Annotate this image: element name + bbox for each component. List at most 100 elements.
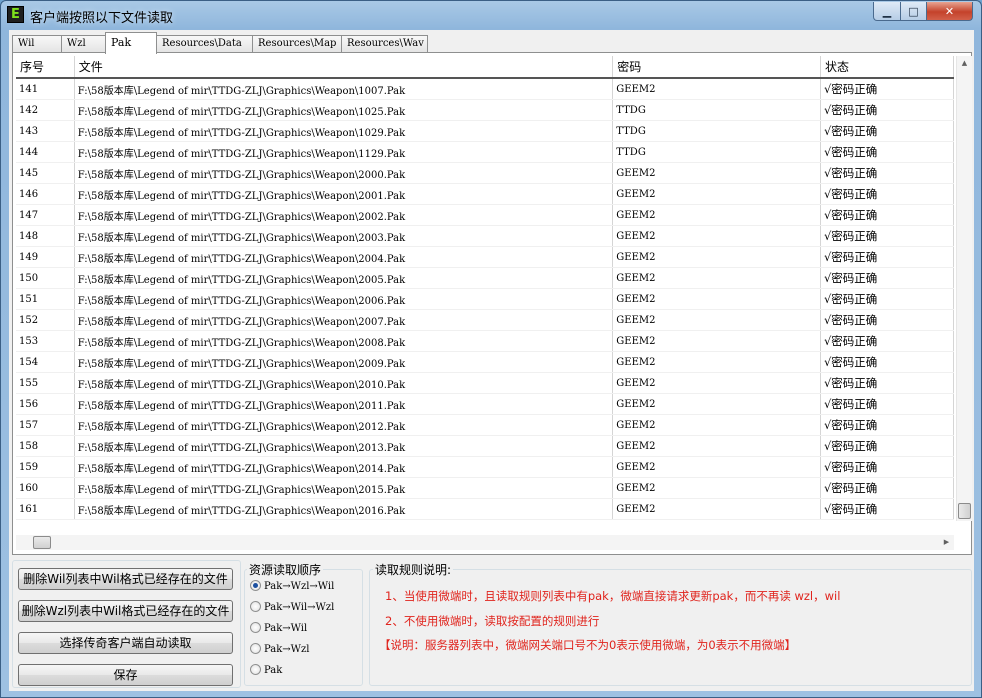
row-password-cell: GEEM2 — [612, 330, 821, 352]
rule-line-1: 1、当使用微端时，且读取规则列表中有pak，微端直接请求更新pak，而不再读 w… — [385, 589, 841, 603]
delete-wil-button[interactable]: 删除Wil列表中Wil格式已经存在的文件 — [18, 568, 233, 590]
maximize-button[interactable]: □ — [900, 2, 927, 21]
radio-icon[interactable] — [250, 664, 261, 675]
tab-resources-map[interactable]: Resources\Map — [252, 35, 342, 53]
row-password-cell: TTDG — [612, 99, 821, 121]
close-button[interactable]: ✕ — [926, 2, 973, 21]
row-no-cell: 145 — [16, 162, 75, 184]
radio-icon[interactable] — [250, 622, 261, 633]
row-status-cell: √密码正确 — [820, 141, 954, 163]
table-row[interactable]: 161 F:\58版本库\Legend of mir\TTDG-ZLJ\Graph… — [16, 498, 954, 520]
row-file-cell: F:\58版本库\Legend of mir\TTDG-ZLJ\Graphics… — [74, 204, 614, 226]
read-order-radio-3[interactable]: Pak→Wil — [250, 621, 307, 637]
scroll-right-icon[interactable]: ▶ — [939, 535, 954, 550]
vertical-scroll-thumb[interactable] — [958, 503, 971, 519]
tab-resources-wav[interactable]: Resources\Wav — [341, 35, 428, 53]
close-icon: ✕ — [944, 4, 955, 18]
row-password-cell: GEEM2 — [612, 414, 821, 436]
radio-icon[interactable] — [250, 643, 261, 654]
row-file-cell: F:\58版本库\Legend of mir\TTDG-ZLJ\Graphics… — [74, 288, 614, 310]
column-header-file[interactable]: 文件 — [74, 56, 614, 79]
rules-title: 读取规则说明: — [373, 561, 454, 578]
row-status-cell: √密码正确 — [820, 351, 954, 373]
read-order-radio-2[interactable]: Pak→Wil→Wzl — [250, 600, 334, 616]
save-button[interactable]: 保存 — [18, 664, 233, 686]
vertical-scrollbar[interactable]: ▲ — [956, 56, 972, 521]
table-row[interactable]: 145 F:\58版本库\Legend of mir\TTDG-ZLJ\Graph… — [16, 162, 954, 184]
row-file-cell: F:\58版本库\Legend of mir\TTDG-ZLJ\Graphics… — [74, 330, 614, 352]
row-file-cell: F:\58版本库\Legend of mir\TTDG-ZLJ\Graphics… — [74, 456, 614, 478]
row-no-cell: 154 — [16, 351, 75, 373]
table-row[interactable]: 149 F:\58版本库\Legend of mir\TTDG-ZLJ\Graph… — [16, 246, 954, 268]
auto-read-button[interactable]: 选择传奇客户端自动读取 — [18, 632, 233, 654]
scroll-up-icon[interactable]: ▲ — [957, 56, 972, 71]
table-row[interactable]: 148 F:\58版本库\Legend of mir\TTDG-ZLJ\Graph… — [16, 225, 954, 247]
radio-icon[interactable] — [250, 601, 261, 612]
row-file-cell: F:\58版本库\Legend of mir\TTDG-ZLJ\Graphics… — [74, 78, 614, 100]
table-row[interactable]: 141 F:\58版本库\Legend of mir\TTDG-ZLJ\Graph… — [16, 78, 954, 100]
table-row[interactable]: 146 F:\58版本库\Legend of mir\TTDG-ZLJ\Graph… — [16, 183, 954, 205]
read-order-title: 资源读取顺序 — [247, 561, 324, 578]
table-row[interactable]: 142 F:\58版本库\Legend of mir\TTDG-ZLJ\Graph… — [16, 99, 954, 121]
minimize-icon: ▁ — [882, 4, 892, 18]
row-file-cell: F:\58版本库\Legend of mir\TTDG-ZLJ\Graphics… — [74, 246, 614, 268]
row-status-cell: √密码正确 — [820, 477, 954, 499]
row-password-cell: GEEM2 — [612, 372, 821, 394]
row-file-cell: F:\58版本库\Legend of mir\TTDG-ZLJ\Graphics… — [74, 372, 614, 394]
table-row[interactable]: 153 F:\58版本库\Legend of mir\TTDG-ZLJ\Graph… — [16, 330, 954, 352]
read-order-radio-5[interactable]: Pak — [250, 663, 282, 679]
table-row[interactable]: 151 F:\58版本库\Legend of mir\TTDG-ZLJ\Graph… — [16, 288, 954, 310]
table-row[interactable]: 152 F:\58版本库\Legend of mir\TTDG-ZLJ\Graph… — [16, 309, 954, 331]
title-bar[interactable]: E 客户端按照以下文件读取 ▁ □ ✕ — [1, 1, 981, 29]
table-row[interactable]: 160 F:\58版本库\Legend of mir\TTDG-ZLJ\Graph… — [16, 477, 954, 499]
column-header-password[interactable]: 密码 — [612, 56, 821, 79]
row-no-cell: 149 — [16, 246, 75, 268]
radio-icon[interactable] — [250, 580, 261, 591]
radio-label: Pak — [264, 665, 283, 676]
rule-line-3: 【说明：服务器列表中，微端网关端口号不为0表示使用微端，为0表示不用微端】 — [379, 638, 797, 652]
row-file-cell: F:\58版本库\Legend of mir\TTDG-ZLJ\Graphics… — [74, 120, 614, 142]
column-header-status[interactable]: 状态 — [820, 56, 954, 79]
row-password-cell: GEEM2 — [612, 288, 821, 310]
table-row[interactable]: 158 F:\58版本库\Legend of mir\TTDG-ZLJ\Graph… — [16, 435, 954, 457]
horizontal-scrollbar[interactable]: ▶ — [16, 535, 954, 550]
minimize-button[interactable]: ▁ — [873, 2, 901, 21]
row-status-cell: √密码正确 — [820, 204, 954, 226]
row-no-cell: 158 — [16, 435, 75, 457]
read-order-radio-4[interactable]: Pak→Wzl — [250, 642, 309, 658]
tab-wil[interactable]: Wil — [12, 35, 62, 53]
app-icon: E — [7, 6, 24, 23]
row-status-cell: √密码正确 — [820, 309, 954, 331]
delete-wzl-button[interactable]: 删除Wzl列表中Wil格式已经存在的文件 — [18, 600, 233, 622]
row-status-cell: √密码正确 — [820, 225, 954, 247]
row-no-cell: 160 — [16, 477, 75, 499]
rule-line-2: 2、不使用微端时，读取按配置的规则进行 — [385, 614, 600, 628]
row-no-cell: 143 — [16, 120, 75, 142]
row-file-cell: F:\58版本库\Legend of mir\TTDG-ZLJ\Graphics… — [74, 351, 614, 373]
table-row[interactable]: 147 F:\58版本库\Legend of mir\TTDG-ZLJ\Graph… — [16, 204, 954, 226]
row-no-cell: 150 — [16, 267, 75, 289]
row-status-cell: √密码正确 — [820, 267, 954, 289]
table-row[interactable]: 159 F:\58版本库\Legend of mir\TTDG-ZLJ\Graph… — [16, 456, 954, 478]
table-row[interactable]: 156 F:\58版本库\Legend of mir\TTDG-ZLJ\Graph… — [16, 393, 954, 415]
tab-wzl[interactable]: Wzl — [61, 35, 108, 53]
row-status-cell: √密码正确 — [820, 393, 954, 415]
main-window: E 客户端按照以下文件读取 ▁ □ ✕ Wil Wzl Pak Resource… — [0, 0, 982, 698]
table-row[interactable]: 154 F:\58版本库\Legend of mir\TTDG-ZLJ\Graph… — [16, 351, 954, 373]
table-row[interactable]: 144 F:\58版本库\Legend of mir\TTDG-ZLJ\Graph… — [16, 141, 954, 163]
table-row[interactable]: 143 F:\58版本库\Legend of mir\TTDG-ZLJ\Graph… — [16, 120, 954, 142]
table-row[interactable]: 157 F:\58版本库\Legend of mir\TTDG-ZLJ\Graph… — [16, 414, 954, 436]
row-password-cell: GEEM2 — [612, 351, 821, 373]
row-no-cell: 161 — [16, 498, 75, 520]
column-header-no[interactable]: 序号 — [16, 56, 75, 79]
tab-pak[interactable]: Pak — [105, 32, 157, 54]
read-order-radio-1[interactable]: Pak→Wzl→Wil — [250, 579, 334, 595]
row-no-cell: 157 — [16, 414, 75, 436]
tab-resources-data[interactable]: Resources\Data — [156, 35, 253, 53]
table-row[interactable]: 150 F:\58版本库\Legend of mir\TTDG-ZLJ\Graph… — [16, 267, 954, 289]
row-status-cell: √密码正确 — [820, 162, 954, 184]
row-password-cell: GEEM2 — [612, 246, 821, 268]
table-row[interactable]: 155 F:\58版本库\Legend of mir\TTDG-ZLJ\Graph… — [16, 372, 954, 394]
row-status-cell: √密码正确 — [820, 120, 954, 142]
horizontal-scroll-thumb[interactable] — [33, 536, 51, 549]
